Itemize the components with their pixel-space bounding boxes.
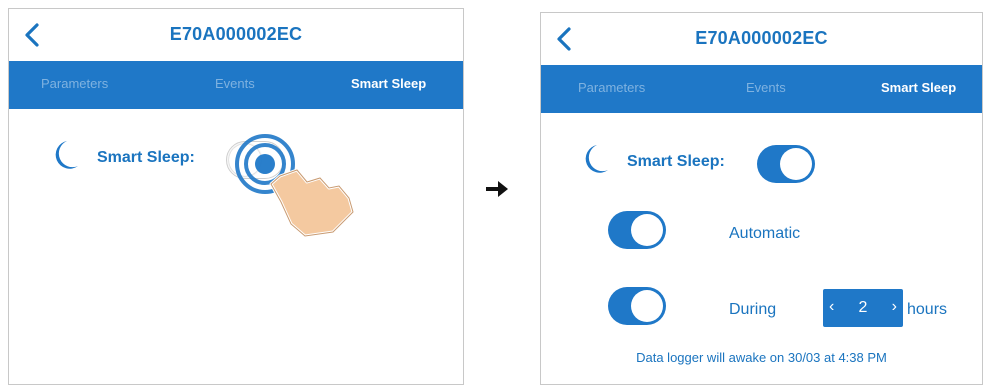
tab-smart-sleep[interactable]: Smart Sleep (351, 76, 426, 91)
increment-button[interactable]: › (892, 298, 897, 316)
tab-bar: Parameters Events Smart Sleep (9, 61, 463, 109)
toggle-knob (780, 148, 812, 180)
during-toggle[interactable] (608, 287, 666, 325)
during-label: During (729, 301, 777, 318)
automatic-label: Automatic (729, 225, 801, 242)
right-arrow-icon (486, 181, 508, 197)
hours-unit-label: hours (907, 301, 948, 318)
hours-stepper: ‹ 2 › (823, 289, 903, 327)
moon-icon (55, 141, 78, 169)
hand-tap-icon (235, 134, 355, 238)
tab-smart-sleep[interactable]: Smart Sleep (881, 80, 956, 95)
smart-sleep-toggle[interactable] (757, 145, 815, 183)
tab-parameters[interactable]: Parameters (578, 80, 645, 95)
title-bar: E70A000002EC (9, 9, 463, 61)
tab-bar: Parameters Events Smart Sleep (541, 65, 982, 113)
screen-after: E70A000002EC Parameters Events Smart Sle… (540, 12, 983, 385)
tab-events[interactable]: Events (215, 76, 255, 91)
automatic-toggle[interactable] (608, 211, 666, 249)
tab-events[interactable]: Events (746, 80, 786, 95)
smart-sleep-label: Smart Sleep: (627, 153, 725, 170)
toggle-knob (631, 290, 663, 322)
toggle-knob (631, 214, 663, 246)
title-bar: E70A000002EC (541, 13, 982, 65)
moon-icon (585, 145, 608, 173)
device-title: E70A000002EC (695, 28, 828, 48)
tab-parameters[interactable]: Parameters (41, 76, 108, 91)
smart-sleep-label: Smart Sleep: (97, 149, 195, 166)
wake-status-text: Data logger will awake on 30/03 at 4:38 … (636, 350, 887, 365)
device-title: E70A000002EC (169, 24, 303, 44)
